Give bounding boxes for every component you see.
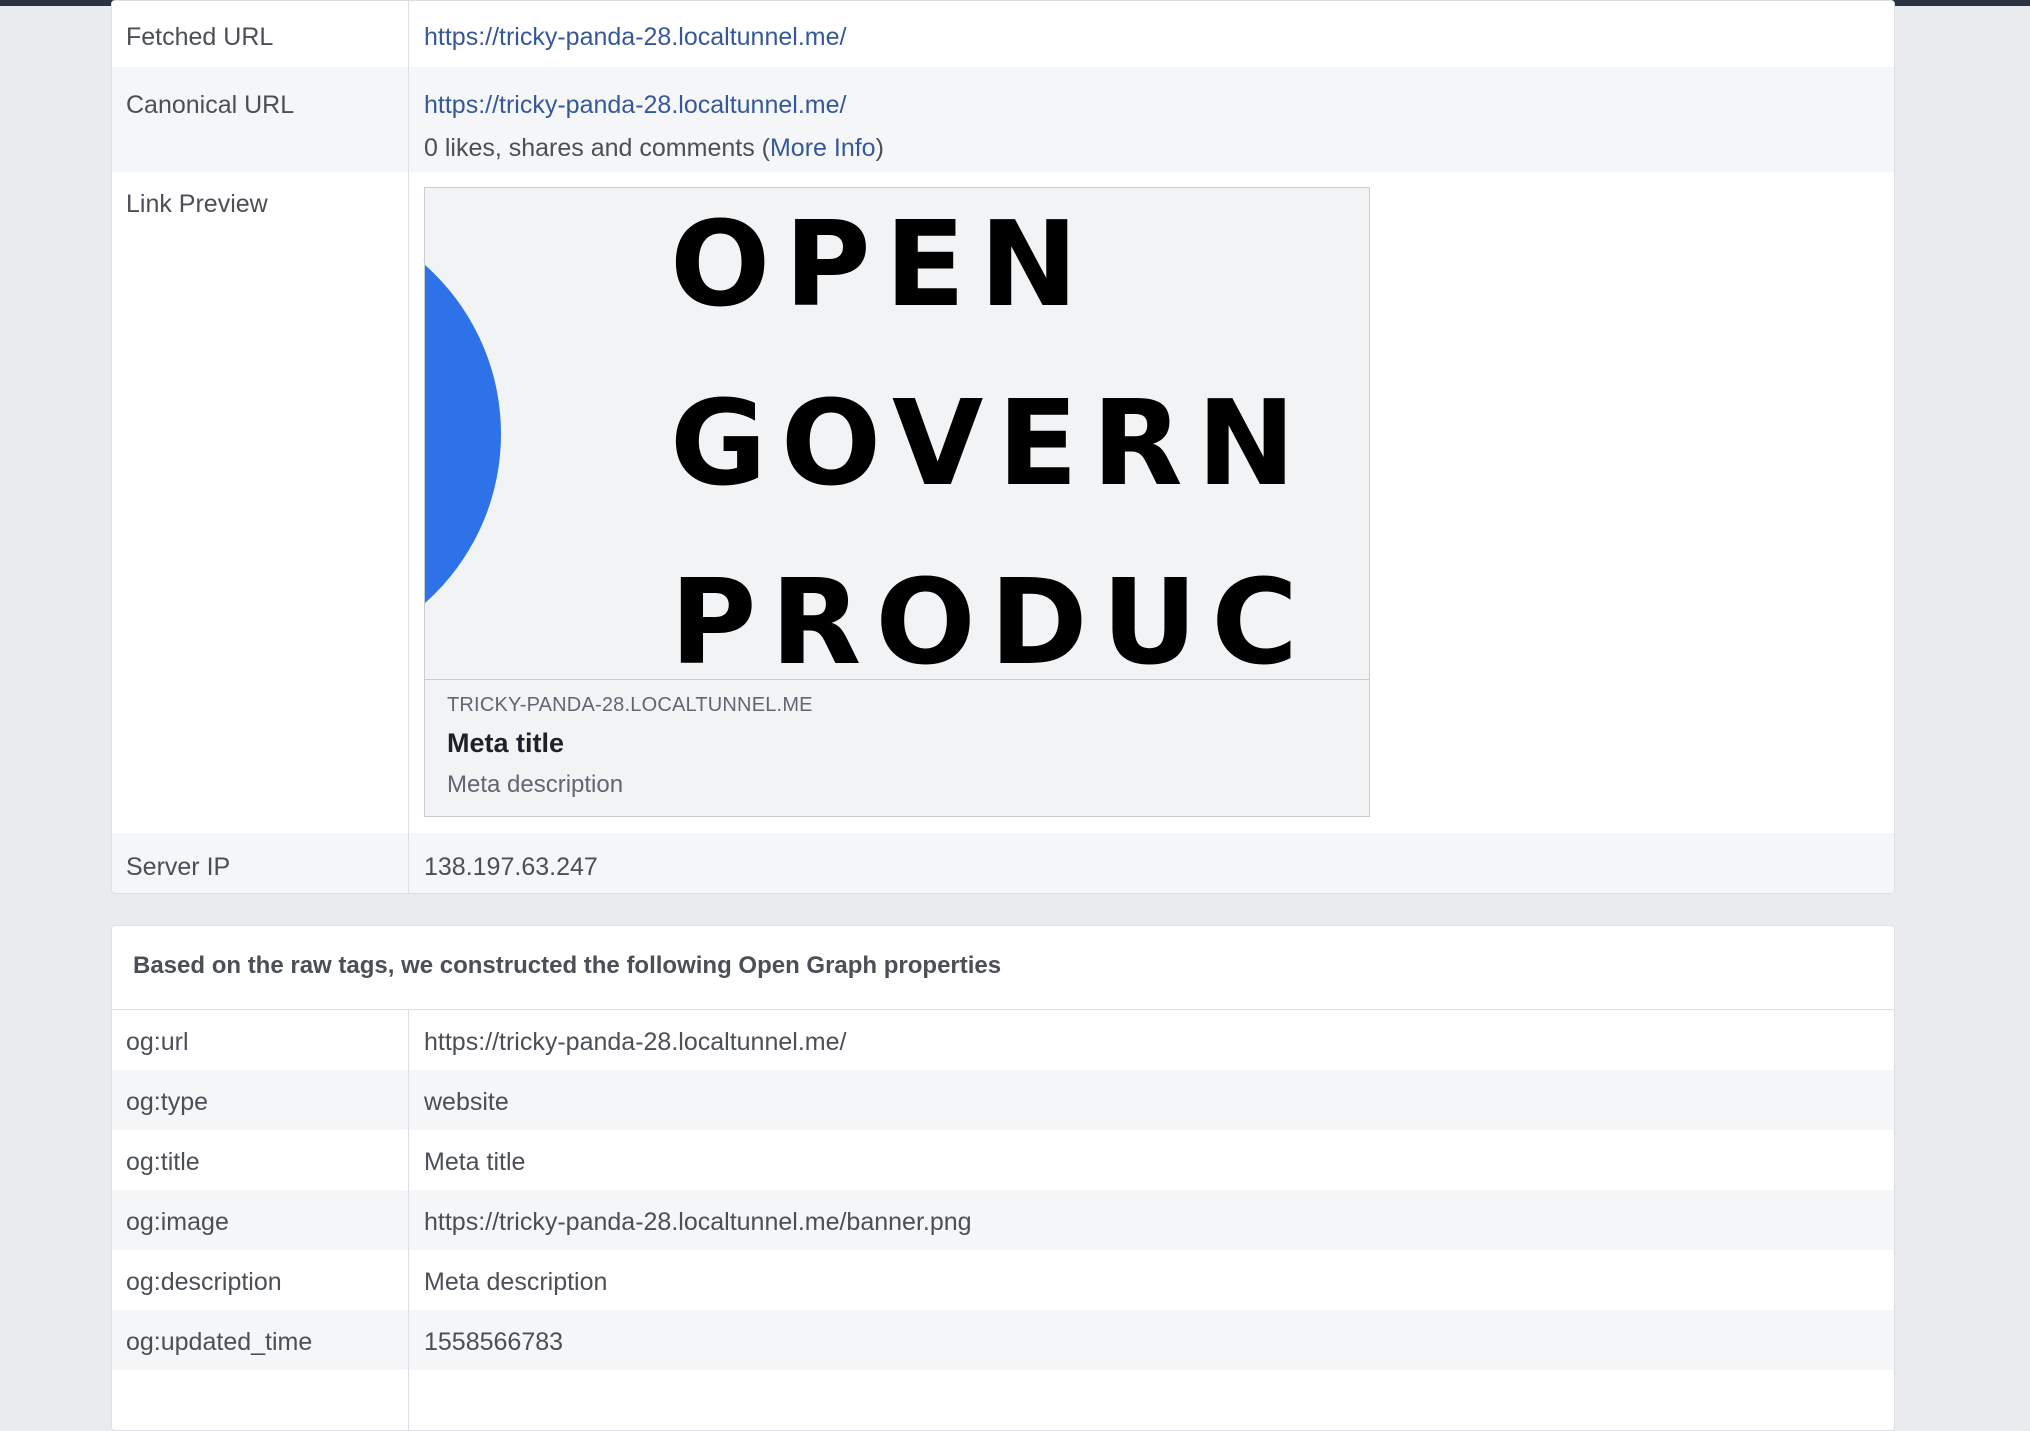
og-value: website: [424, 1088, 509, 1116]
fetch-info-panel: Fetched URL https://tricky-panda-28.loca…: [111, 0, 1895, 894]
og-row-title: og:title Meta title: [112, 1130, 1894, 1190]
og-value: https://tricky-panda-28.localtunnel.me/b…: [424, 1208, 972, 1236]
banner-line-3: PRODUC: [670, 553, 1312, 679]
more-info-link[interactable]: More Info: [770, 134, 876, 162]
og-value: Meta title: [424, 1148, 526, 1176]
link-preview-row: Link Preview OPEN GOVERN PRODUC TRICKY-P…: [112, 172, 1894, 833]
engagement-stats-text: 0 likes, shares and comments (: [424, 134, 770, 162]
canonical-url-row: Canonical URL https://tricky-panda-28.lo…: [112, 67, 1894, 172]
og-row-type: og:type website: [112, 1070, 1894, 1130]
engagement-stats-suffix: ): [875, 134, 884, 162]
og-label: og:image: [112, 1190, 409, 1250]
canonical-url-label: Canonical URL: [112, 67, 409, 172]
server-ip-row: Server IP 138.197.63.247: [112, 833, 1894, 893]
og-value: 1558566783: [424, 1328, 564, 1356]
og-row-url: og:url https://tricky-panda-28.localtunn…: [112, 1010, 1894, 1070]
preview-banner-image: OPEN GOVERN PRODUC: [425, 188, 1369, 679]
server-ip-label: Server IP: [112, 833, 409, 893]
og-label: og:url: [112, 1010, 409, 1070]
preview-domain: TRICKY-PANDA-28.LOCALTUNNEL.ME: [447, 694, 813, 716]
og-value: https://tricky-panda-28.localtunnel.me/: [424, 1028, 847, 1056]
og-row-updated-time: og:updated_time 1558566783: [112, 1310, 1894, 1370]
og-properties-header: Based on the raw tags, we constructed th…: [112, 926, 1894, 1010]
fetched-url-label: Fetched URL: [112, 1, 409, 67]
canonical-url-link[interactable]: https://tricky-panda-28.localtunnel.me/: [424, 91, 846, 119]
engagement-stats: 0 likes, shares and comments (More Info): [424, 134, 1894, 163]
preview-meta: TRICKY-PANDA-28.LOCALTUNNEL.ME Meta titl…: [425, 679, 1369, 816]
banner-line-1: OPEN: [670, 195, 1092, 333]
og-row-partial: [112, 1370, 1894, 1430]
server-ip-value: 138.197.63.247: [424, 853, 598, 881]
og-label: og:updated_time: [112, 1310, 409, 1370]
og-label: og:type: [112, 1070, 409, 1130]
link-preview-label: Link Preview: [112, 172, 409, 833]
og-value: Meta description: [424, 1268, 608, 1296]
fetched-url-row: Fetched URL https://tricky-panda-28.loca…: [112, 1, 1894, 67]
og-properties-panel: Based on the raw tags, we constructed th…: [111, 925, 1895, 1431]
og-row-image: og:image https://tricky-panda-28.localtu…: [112, 1190, 1894, 1250]
banner-line-2: GOVERN: [670, 374, 1310, 512]
fetched-url-link[interactable]: https://tricky-panda-28.localtunnel.me/: [424, 23, 846, 51]
og-label: og:title: [112, 1130, 409, 1190]
preview-title: Meta title: [447, 728, 565, 758]
link-preview-card[interactable]: OPEN GOVERN PRODUC TRICKY-PANDA-28.LOCAL…: [424, 187, 1370, 817]
og-row-description: og:description Meta description: [112, 1250, 1894, 1310]
preview-description: Meta description: [447, 771, 624, 798]
og-label: og:description: [112, 1250, 409, 1310]
